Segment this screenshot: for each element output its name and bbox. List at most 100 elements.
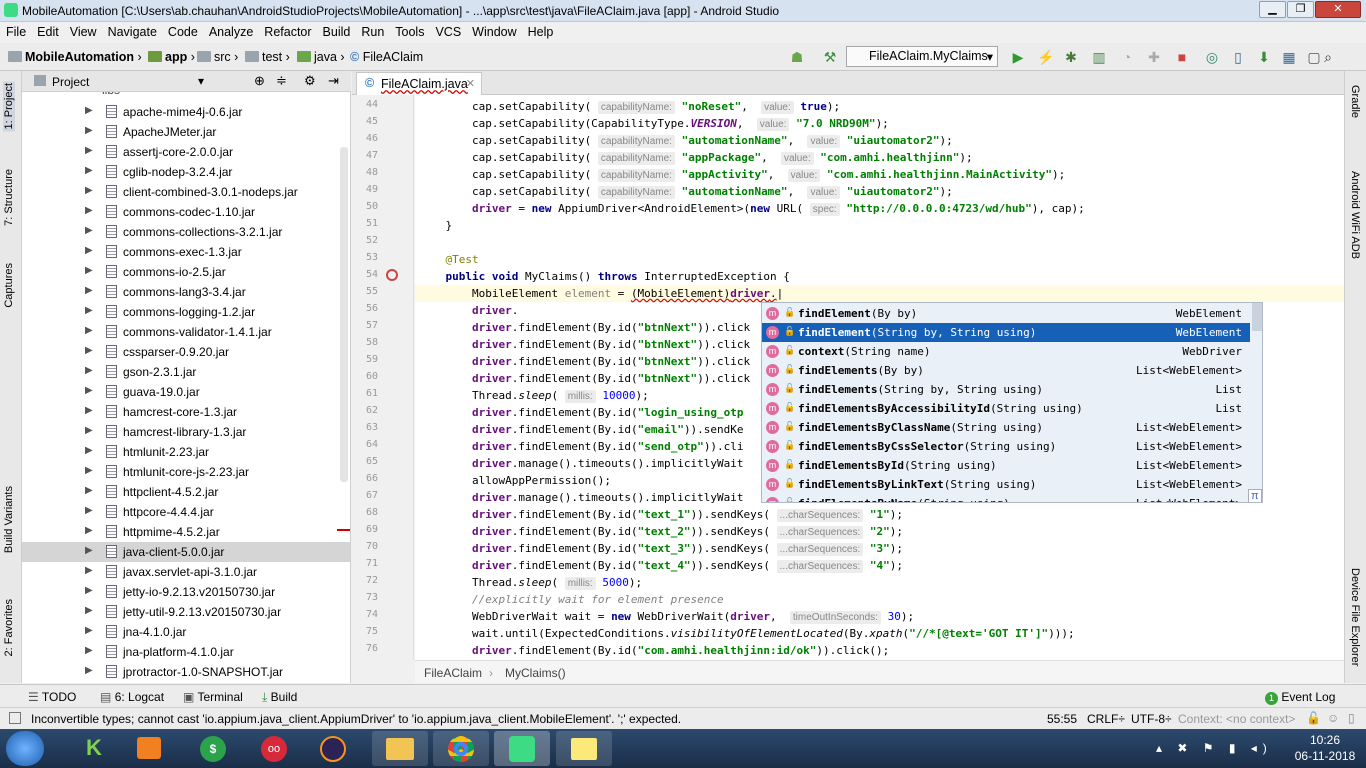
completion-item[interactable]: m 🔓 findElement(By by) WebElement <box>762 304 1250 323</box>
clock-date[interactable]: 06-11-2018 <box>1288 749 1362 763</box>
chevron-right-icon[interactable]: ▶ <box>85 525 93 536</box>
menu-analyze[interactable]: Analyze <box>203 22 258 39</box>
apply-changes-icon[interactable]: ⚡ <box>1037 49 1054 65</box>
chevron-right-icon[interactable]: ▶ <box>85 425 93 436</box>
taskbar-app-3[interactable]: $ <box>185 731 241 766</box>
attach-debugger-icon[interactable]: ✚ <box>1146 49 1162 65</box>
close-button[interactable]: ✕ <box>1315 1 1361 18</box>
tree-item[interactable]: ▶ guava-19.0.jar <box>22 382 350 402</box>
tab-captures[interactable]: Captures <box>3 263 15 308</box>
completion-item[interactable]: m 🔓 findElementsByClassName(String using) L… <box>762 418 1250 437</box>
chevron-right-icon[interactable]: ▶ <box>85 545 93 556</box>
tree-item[interactable]: ▶ cglib-nodep-3.2.4.jar <box>22 162 350 182</box>
menu-help[interactable]: Help <box>522 22 559 39</box>
tab-favorites[interactable]: 2: Favorites <box>3 599 15 656</box>
gear-icon[interactable]: ⚙ <box>304 73 316 89</box>
tree-item[interactable]: ▶ cssparser-0.9.20.jar <box>22 342 350 362</box>
tree-item[interactable]: ▶ javax.servlet-api-3.1.0.jar <box>22 562 350 582</box>
tree-item[interactable]: ▶ httpclient-4.5.2.jar <box>22 482 350 502</box>
chevron-right-icon[interactable]: ▶ <box>85 225 93 236</box>
close-tab-icon[interactable]: ✕ <box>466 77 475 90</box>
breadcrumb-file[interactable]: © FileAClaim <box>350 50 423 64</box>
search-icon[interactable]: ⌕ <box>1320 49 1336 65</box>
status-toggle-icon[interactable] <box>9 712 21 724</box>
tree-item[interactable]: ▶ htmlunit-2.23.jar <box>22 442 350 462</box>
completion-item[interactable]: m 🔓findElementsByName(String using) List<W… <box>762 494 1250 502</box>
completion-item[interactable]: m 🔓 findElementsByAccessibilityId(String u… <box>762 399 1250 418</box>
chevron-down-icon[interactable]: ▾ <box>198 74 204 88</box>
tab-build-variants[interactable]: Build Variants <box>3 486 15 553</box>
menu-tools[interactable]: Tools <box>389 22 429 39</box>
tree-item[interactable]: ▶ httpmime-4.5.2.jar <box>22 522 350 542</box>
chevron-right-icon[interactable]: ▶ <box>85 365 93 376</box>
chevron-right-icon[interactable]: ▶ <box>85 565 93 576</box>
chevron-right-icon[interactable]: ▶ <box>85 185 93 196</box>
coverage-icon[interactable]: ▥ <box>1091 49 1107 65</box>
tab-logcat[interactable]: ▤ 6: Logcat <box>100 690 164 704</box>
completion-item[interactable]: m 🔓 findElement(String by, String using) We… <box>762 323 1250 342</box>
menu-run[interactable]: Run <box>355 22 389 39</box>
taskbar-app-6[interactable] <box>372 731 428 766</box>
menu-build[interactable]: Build <box>317 22 356 39</box>
tree-item[interactable]: ▶ gson-2.3.1.jar <box>22 362 350 382</box>
menu-code[interactable]: Code <box>162 22 203 39</box>
tree-item[interactable]: ▶ jprotractor-1.0-SNAPSHOT.jar <box>22 662 350 682</box>
chevron-right-icon[interactable]: ▶ <box>85 585 93 596</box>
completion-item[interactable]: m 🔓 findElementsById(String using) List<Web… <box>762 456 1250 475</box>
taskbar-app-7[interactable] <box>433 731 489 766</box>
tab-fileaclaim-java[interactable]: © FileAClaim.java ✕ <box>356 72 482 95</box>
chevron-right-icon[interactable]: ▶ <box>85 145 93 156</box>
context-indicator[interactable]: Context: <no context> <box>1178 712 1295 726</box>
menu-refactor[interactable]: Refactor <box>258 22 316 39</box>
chevron-right-icon[interactable]: ▶ <box>85 265 93 276</box>
breadcrumb-src[interactable]: src › <box>197 50 238 64</box>
chevron-right-icon[interactable]: ▶ <box>85 245 93 256</box>
memory-icon[interactable]: ▯ <box>1348 711 1355 725</box>
start-button[interactable] <box>6 731 44 766</box>
minimize-button[interactable]: ▁ <box>1259 1 1286 18</box>
chevron-right-icon[interactable]: ▶ <box>85 665 93 676</box>
tree-item[interactable]: ▶ commons-codec-1.10.jar <box>22 202 350 222</box>
avd-manager-icon[interactable]: ▯ <box>1230 49 1246 65</box>
tree-item[interactable]: ▶ httpcore-4.4.4.jar <box>22 502 350 522</box>
tree-item[interactable]: ▶ jna-platform-4.1.0.jar <box>22 642 350 662</box>
hide-icon[interactable]: ⇥ <box>328 73 339 89</box>
tree-item[interactable]: ▶ htmlunit-core-js-2.23.jar <box>22 462 350 482</box>
tab-build[interactable]: ⤓ Build <box>262 690 297 705</box>
taskbar-app-1[interactable]: K <box>66 731 122 766</box>
tree-item[interactable]: ▶ commons-validator-1.4.1.jar <box>22 322 350 342</box>
tree-item[interactable]: ▶ apache-mime4j-0.6.jar <box>22 102 350 122</box>
tray-icons[interactable]: ▴ ✖ ⚑ ▮ ◂) <box>1156 741 1273 755</box>
tree-item[interactable]: ▶ java-client-5.0.0.jar <box>22 542 350 562</box>
tab-terminal[interactable]: ▣ Terminal <box>183 690 243 704</box>
chevron-right-icon[interactable]: ▶ <box>85 605 93 616</box>
tree-item[interactable]: ▶ commons-exec-1.3.jar <box>22 242 350 262</box>
chevron-right-icon[interactable]: ▶ <box>85 405 93 416</box>
run-configuration-select[interactable]: FileAClaim.MyClaims ▾ <box>846 46 998 67</box>
taskbar-app-4[interactable]: oo <box>246 731 302 766</box>
collapse-icon[interactable]: ≑ <box>276 73 287 89</box>
scrollbar[interactable] <box>340 147 348 482</box>
target-icon[interactable]: ⊕ <box>254 73 265 89</box>
tab-structure[interactable]: 7: Structure <box>3 169 15 226</box>
tree-item[interactable]: ▶ jna-4.1.0.jar <box>22 622 350 642</box>
run-test-gutter-icon[interactable] <box>386 269 398 281</box>
inspection-icon[interactable]: ☺ <box>1327 711 1339 725</box>
tab-project[interactable]: 1: Project <box>3 81 15 132</box>
completion-item[interactable]: m 🔓 context(String name) WebDriver <box>762 342 1250 361</box>
tab-event-log[interactable]: 1 Event Log <box>1265 690 1335 705</box>
menu-window[interactable]: Window <box>466 22 521 39</box>
chevron-right-icon[interactable]: ▶ <box>85 105 93 116</box>
tree-item[interactable]: ▶ commons-io-2.5.jar <box>22 262 350 282</box>
pi-icon[interactable]: π <box>1248 489 1262 502</box>
completion-item[interactable]: m 🔓 findElements(By by) List<WebElement> <box>762 361 1250 380</box>
tab-device-file-explorer[interactable]: Device File Explorer <box>1349 568 1361 666</box>
line-separator[interactable]: CRLF÷ <box>1087 712 1125 726</box>
taskbar-app-5[interactable] <box>305 731 361 766</box>
menu-file[interactable]: File <box>0 22 31 39</box>
chevron-right-icon[interactable]: ▶ <box>85 385 93 396</box>
breadcrumb-test[interactable]: test › <box>245 50 290 64</box>
project-structure-icon[interactable]: ▦ <box>1281 49 1297 65</box>
tree-item[interactable]: ▶ jetty-util-9.2.13.v20150730.jar <box>22 602 350 622</box>
taskbar-app-9[interactable] <box>556 731 612 766</box>
